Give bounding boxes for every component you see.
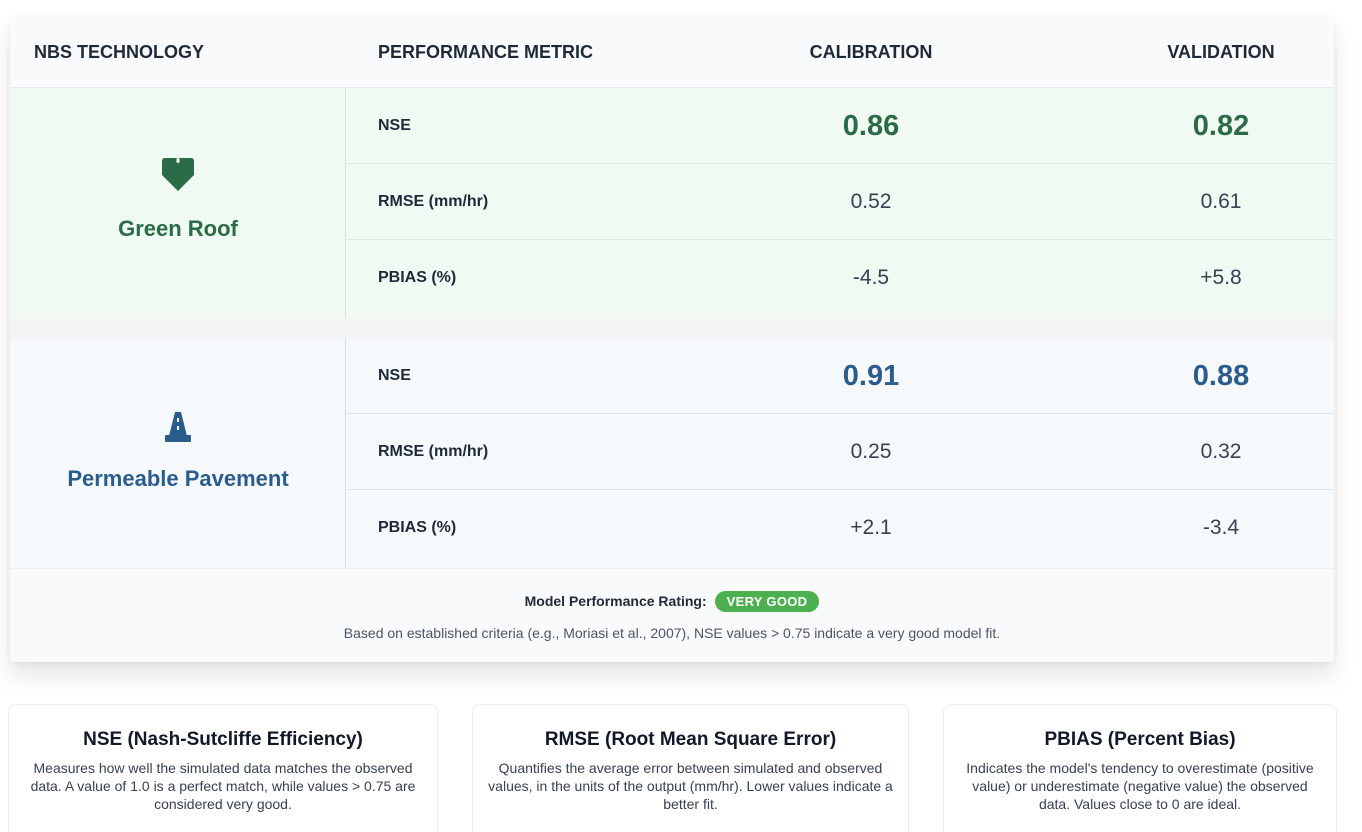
definition-title: PBIAS (Percent Bias)	[1044, 729, 1236, 750]
group-separator	[10, 318, 1334, 338]
metric-label: RMSE (mm/hr)	[378, 193, 489, 210]
technology-name: Permeable Pavement	[67, 466, 289, 491]
rating-label: Model Performance Rating:	[524, 593, 707, 609]
calibration-value: -4.5	[852, 266, 890, 289]
metric-label: PBIAS (%)	[378, 269, 457, 286]
validation-value: 0.32	[1200, 440, 1242, 463]
group-green-roof: Green Roof NSE 0.86 0.82 RMSE (mm/hr) 0.…	[10, 88, 1334, 318]
definition-text: Quantifies the average error between sim…	[488, 760, 893, 812]
table-footer: Model Performance Rating: VERY GOOD Based…	[10, 568, 1334, 662]
definition-card-rmse: RMSE (Root Mean Square Error) Quantifies…	[472, 704, 909, 832]
definition-card-pbias: PBIAS (Percent Bias) Indicates the model…	[943, 704, 1337, 832]
definition-card-nse: NSE (Nash-Sutcliffe Efficiency) Measures…	[8, 704, 438, 832]
header-technology: NBS TECHNOLOGY	[34, 42, 205, 62]
calibration-value: 0.52	[850, 190, 892, 213]
calibration-value: +2.1	[850, 516, 892, 539]
definition-text: Measures how well the simulated data mat…	[30, 760, 416, 812]
technology-cell: Permeable Pavement	[10, 338, 346, 568]
header-metric: PERFORMANCE METRIC	[378, 42, 593, 62]
leaf-roof-icon	[161, 158, 194, 191]
metric-label: RMSE (mm/hr)	[378, 443, 489, 460]
calibration-value: 0.86	[842, 110, 900, 142]
metric-label: NSE	[378, 367, 411, 384]
calibration-value: 0.25	[850, 440, 892, 463]
performance-rating: Model Performance Rating: VERY GOOD	[10, 591, 1334, 612]
road-icon	[164, 412, 191, 442]
validation-value: 0.82	[1192, 110, 1250, 142]
calibration-value: 0.91	[842, 360, 900, 392]
validation-value: 0.88	[1192, 360, 1250, 392]
definition-title: NSE (Nash-Sutcliffe Efficiency)	[83, 729, 363, 750]
header-calibration: CALIBRATION	[809, 42, 933, 62]
definition-text: Indicates the model's tendency to overes…	[966, 760, 1314, 812]
metric-label: NSE	[378, 117, 411, 134]
performance-table-card: NBS TECHNOLOGY PERFORMANCE METRIC CALIBR…	[10, 16, 1334, 662]
group-permeable-pavement: Permeable Pavement NSE 0.91 0.88 RMSE (m…	[10, 338, 1334, 568]
technology-cell: Green Roof	[10, 88, 346, 318]
definition-title: RMSE (Root Mean Square Error)	[544, 729, 837, 750]
table-header: NBS TECHNOLOGY PERFORMANCE METRIC CALIBR…	[10, 16, 1334, 88]
metric-label: PBIAS (%)	[378, 519, 457, 536]
table-row: PBIAS (%) +2.1 -3.4	[346, 490, 1334, 566]
table-row: RMSE (mm/hr) 0.52 0.61	[346, 164, 1334, 240]
criteria-note: Based on established criteria (e.g., Mor…	[343, 625, 1001, 641]
status-badge: VERY GOOD	[714, 591, 820, 612]
header-validation: VALIDATION	[1167, 42, 1275, 62]
technology-name: Green Roof	[118, 216, 238, 241]
validation-value: +5.8	[1200, 266, 1242, 289]
validation-value: 0.61	[1200, 190, 1242, 213]
table-row: PBIAS (%) -4.5 +5.8	[346, 240, 1334, 316]
validation-value: -3.4	[1202, 516, 1240, 539]
table-row: RMSE (mm/hr) 0.25 0.32	[346, 414, 1334, 490]
table-row: NSE 0.91 0.88	[346, 338, 1334, 414]
table-row: NSE 0.86 0.82	[346, 88, 1334, 164]
